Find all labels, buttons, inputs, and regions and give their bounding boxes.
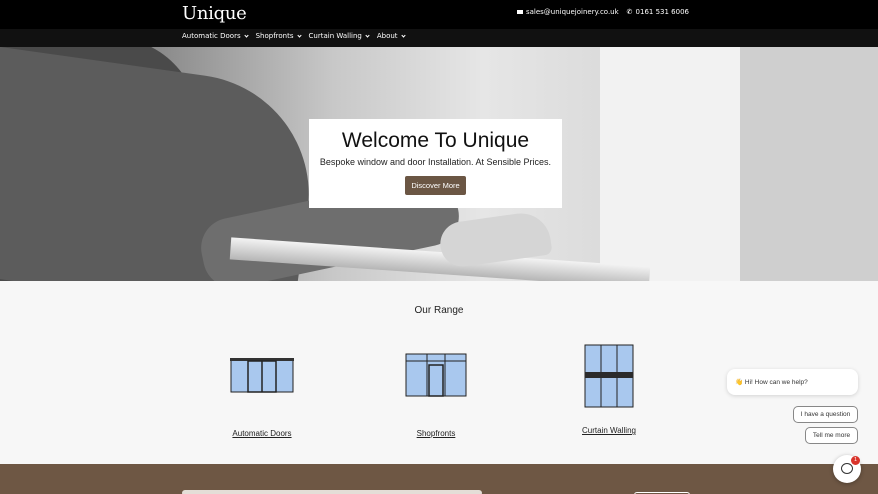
site-logo[interactable]: Unique xyxy=(182,3,247,24)
product-automatic-doors[interactable]: Automatic Doors xyxy=(192,355,332,438)
email-text: sales@uniquejoinery.co.uk xyxy=(525,8,619,16)
contact-info: sales@uniquejoinery.co.uk ✆ 0161 531 600… xyxy=(516,8,689,16)
chevron-down-icon xyxy=(296,32,302,38)
automatic-door-icon xyxy=(230,358,294,393)
discover-more-button[interactable]: Discover More xyxy=(405,176,466,195)
phone-icon: ✆ xyxy=(626,8,633,16)
curtain-wall-icon xyxy=(584,344,634,408)
product-shopfronts[interactable]: Shopfronts xyxy=(366,353,506,438)
main-nav: Automatic Doors Shopfronts Curtain Walli… xyxy=(0,29,878,47)
welcome-card: Welcome To Unique Bespoke window and doo… xyxy=(309,119,562,208)
chevron-down-icon xyxy=(400,32,406,38)
nav-item-about[interactable]: About xyxy=(377,32,406,40)
hero-subtitle: Bespoke window and door Installation. At… xyxy=(319,157,552,167)
chat-option-tell-more[interactable]: Tell me more xyxy=(805,427,858,444)
chat-greeting: 👋 Hi! How can we help? xyxy=(727,369,858,395)
product-label[interactable]: Automatic Doors xyxy=(192,429,332,438)
chevron-down-icon xyxy=(243,32,249,38)
nav-item-shopfronts[interactable]: Shopfronts xyxy=(256,32,302,40)
nav-item-curtain-walling[interactable]: Curtain Walling xyxy=(309,32,370,40)
phone-link[interactable]: ✆ 0161 531 6006 xyxy=(627,8,689,16)
product-label[interactable]: Shopfronts xyxy=(366,429,506,438)
chat-greeting-text: 👋 Hi! How can we help? xyxy=(735,379,808,386)
product-label[interactable]: Curtain Walling xyxy=(539,426,679,435)
product-curtain-walling[interactable]: Curtain Walling xyxy=(539,344,679,435)
chat-icon xyxy=(841,463,853,474)
top-bar: Unique sales@uniquejoinery.co.uk ✆ 0161 … xyxy=(0,0,878,29)
mail-icon xyxy=(516,10,523,14)
phone-text: 0161 531 6006 xyxy=(635,8,689,16)
hero-title: Welcome To Unique xyxy=(341,129,530,152)
footer-band xyxy=(0,464,878,494)
range-title: Our Range xyxy=(414,305,464,316)
email-link[interactable]: sales@uniquejoinery.co.uk xyxy=(516,8,619,16)
chat-option-question[interactable]: I have a question xyxy=(793,406,858,423)
notification-badge: 1 xyxy=(851,456,860,465)
chevron-down-icon xyxy=(365,32,370,38)
nav-item-automatic-doors[interactable]: Automatic Doors xyxy=(182,32,249,40)
shopfront-icon xyxy=(405,353,467,397)
